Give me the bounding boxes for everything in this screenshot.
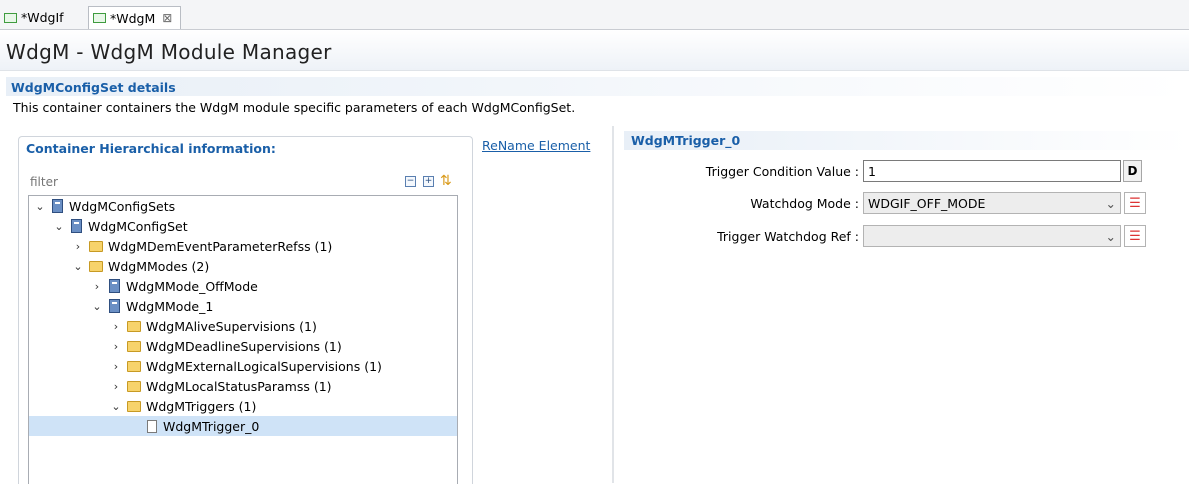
chevron-down-icon[interactable]: ⌄ bbox=[33, 200, 47, 213]
details-title: WdgMTrigger_0 bbox=[631, 133, 741, 148]
tab-wdgm[interactable]: *WdgM ⊠ bbox=[88, 6, 181, 29]
close-icon[interactable]: ⊠ bbox=[162, 11, 172, 25]
folder-icon bbox=[89, 240, 103, 252]
section-description: This container containers the WdgM modul… bbox=[13, 100, 576, 115]
folder-icon bbox=[127, 380, 141, 392]
tree-item[interactable]: ⌄ WdgMConfigSets bbox=[29, 196, 457, 216]
rename-element-link[interactable]: ReName Element bbox=[482, 138, 590, 153]
chevron-down-icon[interactable]: ⌄ bbox=[109, 400, 123, 413]
tree-item-label: WdgMConfigSet bbox=[88, 218, 188, 234]
tree-item-label: WdgMMode_OffMode bbox=[126, 278, 258, 294]
panel-divider[interactable] bbox=[612, 126, 614, 483]
expand-all-icon[interactable]: + bbox=[423, 176, 434, 187]
tree-item[interactable]: › WdgMLocalStatusParamss (1) bbox=[29, 376, 457, 396]
section-header-bar bbox=[6, 77, 1189, 96]
container-tree[interactable]: ⌄ WdgMConfigSets ⌄ WdgMConfigSet › WdgMD… bbox=[28, 195, 458, 484]
watchdog-mode-select[interactable]: WDGIF_OFF_MODE ⌄ bbox=[863, 192, 1121, 214]
chevron-right-icon[interactable]: › bbox=[109, 320, 123, 333]
chevron-down-icon[interactable]: ⌄ bbox=[90, 300, 104, 313]
chevron-right-icon[interactable]: › bbox=[109, 360, 123, 373]
parameter-icon bbox=[147, 419, 157, 433]
tab-label: *WdgIf bbox=[21, 10, 64, 25]
watchdog-mode-value: WDGIF_OFF_MODE bbox=[868, 195, 986, 211]
module-icon bbox=[93, 13, 106, 23]
tree-item-label: WdgMDemEventParameterRefss (1) bbox=[108, 238, 333, 254]
folder-icon bbox=[89, 260, 103, 272]
tree-item[interactable]: ⌄ WdgMModes (2) bbox=[29, 256, 457, 276]
trigger-condition-input[interactable]: 1 bbox=[863, 160, 1121, 182]
folder-icon bbox=[127, 360, 141, 372]
tree-item[interactable]: › WdgMDeadlineSupervisions (1) bbox=[29, 336, 457, 356]
page-title: WdgM - WdgM Module Manager bbox=[6, 40, 332, 64]
tree-item-label: WdgMMode_1 bbox=[126, 298, 214, 314]
tree-item-label: WdgMLocalStatusParamss (1) bbox=[146, 378, 332, 394]
folder-icon bbox=[127, 340, 141, 352]
list-icon[interactable]: ☰ bbox=[1124, 225, 1146, 247]
trigger-watchdog-ref-select[interactable]: ⌄ bbox=[863, 225, 1121, 247]
tree-item[interactable]: ⌄ WdgMTriggers (1) bbox=[29, 396, 457, 416]
default-value-button[interactable]: D bbox=[1123, 160, 1142, 182]
tree-item[interactable]: › WdgMAliveSupervisions (1) bbox=[29, 316, 457, 336]
tree-item[interactable]: › WdgMMode_OffMode bbox=[29, 276, 457, 296]
tree-item-label: WdgMExternalLogicalSupervisions (1) bbox=[146, 358, 382, 374]
tree-item-label: WdgMTrigger_0 bbox=[163, 418, 260, 434]
chevron-down-icon: ⌄ bbox=[1105, 228, 1116, 244]
module-icon bbox=[4, 12, 17, 23]
container-icon bbox=[52, 199, 63, 213]
chevron-right-icon[interactable]: › bbox=[71, 240, 85, 253]
container-icon bbox=[109, 299, 120, 313]
list-icon[interactable]: ☰ bbox=[1124, 192, 1146, 214]
chevron-down-icon: ⌄ bbox=[1105, 195, 1116, 211]
chevron-down-icon[interactable]: ⌄ bbox=[52, 220, 66, 233]
container-icon bbox=[109, 279, 120, 293]
tree-item-selected[interactable]: WdgMTrigger_0 bbox=[29, 416, 457, 436]
folder-icon bbox=[127, 400, 141, 412]
chevron-right-icon[interactable]: › bbox=[90, 280, 104, 293]
tree-item[interactable]: ⌄ WdgMConfigSet bbox=[29, 216, 457, 236]
tree-item[interactable]: › WdgMDemEventParameterRefss (1) bbox=[29, 236, 457, 256]
chevron-down-icon[interactable]: ⌄ bbox=[71, 260, 85, 273]
hierarchy-heading: Container Hierarchical information: bbox=[26, 141, 276, 156]
chevron-right-icon[interactable]: › bbox=[109, 380, 123, 393]
tree-item-label: WdgMModes (2) bbox=[108, 258, 210, 274]
tree-item-label: WdgMTriggers (1) bbox=[146, 398, 257, 414]
chevron-right-icon[interactable]: › bbox=[109, 340, 123, 353]
watchdog-mode-label: Watchdog Mode : bbox=[750, 196, 859, 211]
sync-icon[interactable]: ⇅ bbox=[440, 173, 452, 189]
filter-input[interactable] bbox=[28, 173, 432, 191]
folder-icon bbox=[127, 320, 141, 332]
collapse-all-icon[interactable]: − bbox=[405, 176, 416, 187]
tab-wdgif[interactable]: *WdgIf bbox=[0, 6, 84, 29]
tree-item[interactable]: › WdgMExternalLogicalSupervisions (1) bbox=[29, 356, 457, 376]
trigger-condition-label: Trigger Condition Value : bbox=[705, 164, 859, 179]
tab-label: *WdgM bbox=[110, 10, 156, 26]
tree-item-label: WdgMConfigSets bbox=[69, 198, 176, 214]
trigger-watchdog-ref-label: Trigger Watchdog Ref : bbox=[717, 229, 859, 244]
tree-item[interactable]: ⌄ WdgMMode_1 bbox=[29, 296, 457, 316]
tree-item-label: WdgMAliveSupervisions (1) bbox=[146, 318, 317, 334]
tree-item-label: WdgMDeadlineSupervisions (1) bbox=[146, 338, 342, 354]
container-icon bbox=[71, 219, 82, 233]
section-title: WdgMConfigSet details bbox=[11, 80, 176, 95]
